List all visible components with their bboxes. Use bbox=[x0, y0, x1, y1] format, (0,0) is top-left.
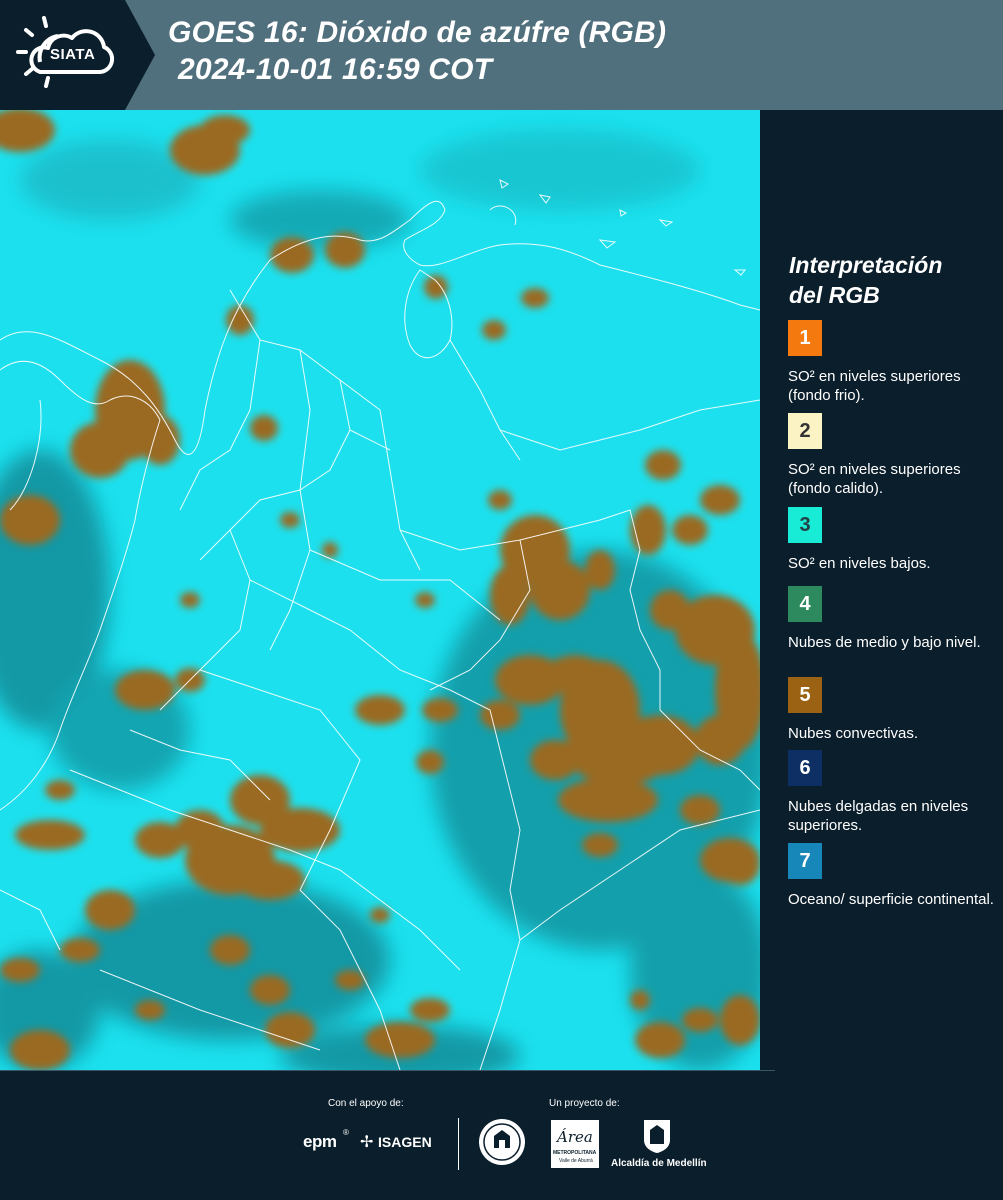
footer: Con el apoyo de: Un proyecto de: epm ® ✢… bbox=[0, 1070, 1003, 1200]
legend-panel: Interpretación del RGB 1 SO² en niveles s… bbox=[760, 110, 1003, 1070]
alcaldia-shield-icon bbox=[642, 1118, 672, 1154]
legend-swatch: 5 bbox=[788, 677, 822, 713]
page-title: GOES 16: Dióxido de azúfre (RGB) 2024-10… bbox=[168, 14, 666, 88]
legend-title: Interpretación del RGB bbox=[789, 250, 942, 310]
legend-swatch: 3 bbox=[788, 507, 822, 543]
legend-label: SO² en niveles superiores (fondo calido)… bbox=[788, 461, 961, 497]
legend-item: 7 Oceano/ superficie continental. bbox=[788, 843, 998, 909]
legend-item: 3 SO² en niveles bajos. bbox=[788, 507, 998, 573]
area-line-1: METROPOLITANA bbox=[553, 1150, 597, 1156]
support-label: Con el apoyo de: bbox=[328, 1098, 404, 1109]
legend-label: Oceano/ superficie continental. bbox=[788, 891, 994, 908]
satellite-map bbox=[0, 110, 760, 1070]
alcaldia-label: Alcaldía de Medellín bbox=[611, 1158, 707, 1169]
isagen-logo: ISAGEN bbox=[378, 1134, 432, 1150]
siata-logo: SIATA bbox=[0, 0, 155, 110]
legend-label: Nubes convectivas. bbox=[788, 725, 919, 742]
project-label: Un proyecto de: bbox=[549, 1098, 620, 1109]
legend-item: 6 Nubes delgadas en niveles superiores. bbox=[788, 750, 998, 835]
legend-swatch: 1 bbox=[788, 320, 822, 356]
legend-item: 4 Nubes de medio y bajo nivel. bbox=[788, 586, 998, 652]
legend-label: SO² en niveles superiores (fondo frio). bbox=[788, 368, 961, 404]
legend-swatch: 4 bbox=[788, 586, 822, 622]
legend-item: 5 Nubes convectivas. bbox=[788, 677, 998, 743]
header-bar: SIATA GOES 16: Dióxido de azúfre (RGB) 2… bbox=[0, 0, 1003, 110]
legend-item: 1 SO² en niveles superiores (fondo frio). bbox=[788, 320, 998, 405]
legend-swatch: 7 bbox=[788, 843, 822, 879]
legend-item: 2 SO² en niveles superiores (fondo calido… bbox=[788, 413, 998, 498]
title-line-2: 2024-10-01 16:59 COT bbox=[178, 53, 493, 86]
area-line-2: Valle de Aburrá bbox=[559, 1158, 593, 1164]
legend-title-line-2: del RGB bbox=[789, 282, 880, 308]
medellin-seal-icon bbox=[478, 1118, 526, 1166]
siata-logo-text: SIATA bbox=[50, 46, 96, 63]
legend-title-line-1: Interpretación bbox=[789, 252, 943, 278]
legend-swatch: 6 bbox=[788, 750, 822, 786]
title-line-1: GOES 16: Dióxido de azúfre (RGB) bbox=[168, 16, 667, 49]
legend-label: Nubes delgadas en niveles superiores. bbox=[788, 798, 969, 834]
legend-label: Nubes de medio y bajo nivel. bbox=[788, 634, 981, 651]
legend-label: SO² en niveles bajos. bbox=[788, 555, 931, 572]
legend-swatch: 2 bbox=[788, 413, 822, 449]
isagen-icon: ✢ bbox=[360, 1134, 374, 1151]
footer-separator bbox=[458, 1118, 459, 1170]
registered-mark-icon: ® bbox=[343, 1128, 349, 1137]
area-metropolitana-logo: Área METROPOLITANA Valle de Aburrá bbox=[551, 1120, 599, 1168]
area-script-text: Área bbox=[557, 1128, 593, 1146]
epm-logo: epm bbox=[303, 1132, 337, 1151]
footer-divider bbox=[0, 1070, 775, 1071]
